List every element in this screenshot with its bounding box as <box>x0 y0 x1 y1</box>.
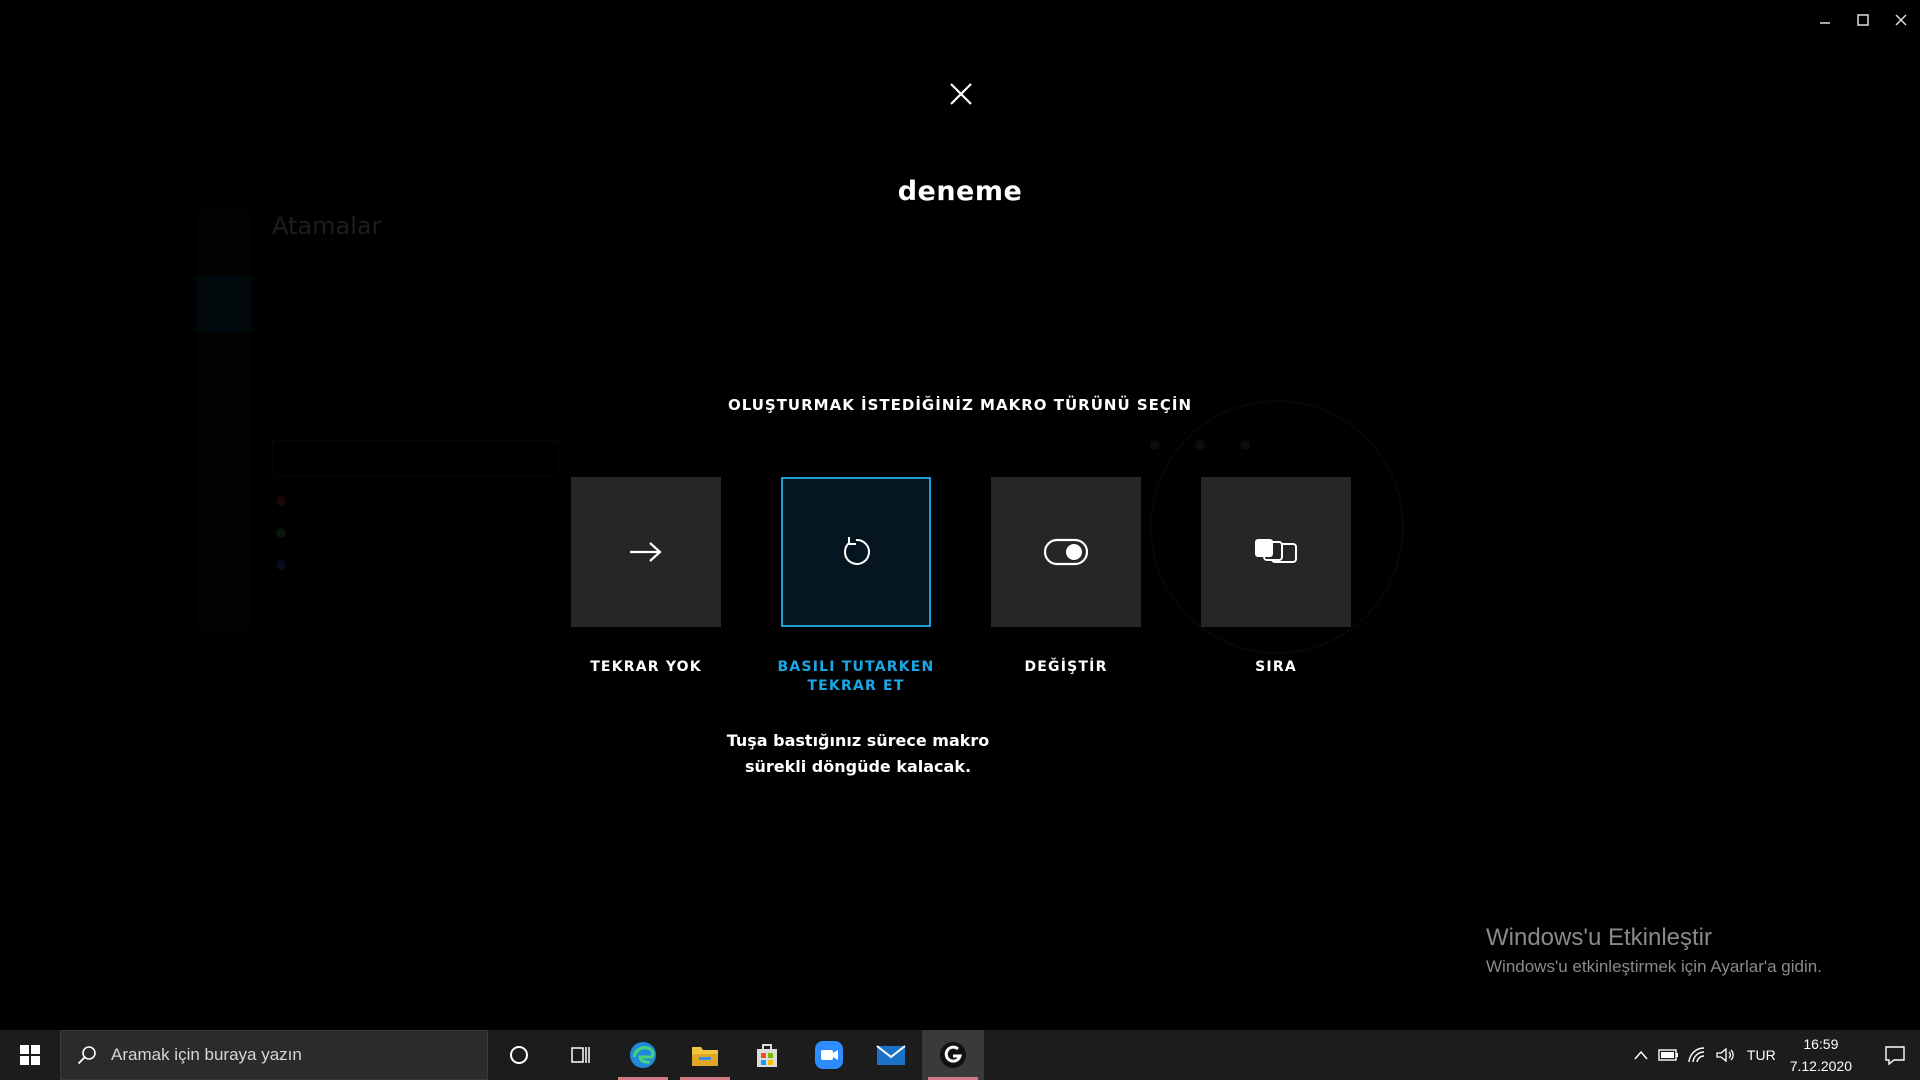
taskbar: Aramak için buraya yazın TUR 16:59 7.12.… <box>0 1030 1920 1080</box>
notification-icon <box>1885 1046 1905 1066</box>
volume-icon <box>1716 1047 1734 1063</box>
battery-icon <box>1658 1049 1678 1061</box>
bg-sidebar <box>196 210 252 630</box>
watermark-subtitle: Windows'u etkinleştirmek için Ayarlar'a … <box>1486 957 1822 976</box>
start-button[interactable] <box>0 1030 60 1080</box>
windows-logo-icon <box>20 1045 40 1065</box>
option-sequence-label[interactable]: SIRA <box>1181 658 1371 677</box>
battery-button[interactable] <box>1655 1030 1683 1080</box>
taskbar-zoom[interactable] <box>798 1030 860 1080</box>
task-view-button[interactable] <box>550 1030 612 1080</box>
option-repeat-while-held-label[interactable]: BASILI TUTARKEN TEKRAR ET <box>761 658 951 696</box>
edge-icon <box>630 1042 656 1068</box>
close-dialog-button[interactable] <box>941 74 981 114</box>
task-view-icon <box>571 1047 590 1063</box>
logitech-g-hub-icon <box>940 1042 966 1068</box>
clock[interactable]: 16:59 7.12.2020 <box>1790 1033 1852 1077</box>
activation-watermark: Windows'u Etkinleştir Windows'u etkinleş… <box>1486 924 1822 977</box>
search-placeholder: Aramak için buraya yazın <box>111 1045 302 1064</box>
search-icon <box>77 1046 96 1065</box>
chevron-up-icon <box>1634 1050 1648 1060</box>
toggle-icon <box>1043 538 1089 566</box>
sequence-icon <box>1255 539 1297 563</box>
system-tray: TUR 16:59 7.12.2020 <box>1627 1030 1920 1080</box>
taskbar-mail[interactable] <box>860 1030 922 1080</box>
window-controls <box>1806 0 1920 40</box>
option-repeat-while-held[interactable] <box>781 477 931 627</box>
macro-name-title: deneme <box>897 176 1023 207</box>
taskbar-ghub[interactable] <box>922 1030 984 1080</box>
minimize-button[interactable] <box>1806 0 1844 40</box>
option-no-repeat-label[interactable]: TEKRAR YOK <box>551 658 741 677</box>
taskbar-edge[interactable] <box>612 1030 674 1080</box>
option-toggle-label[interactable]: DEĞİŞTİR <box>971 658 1161 677</box>
file-explorer-icon <box>692 1047 718 1066</box>
cortana-icon <box>510 1046 528 1064</box>
wifi-icon <box>1688 1047 1705 1063</box>
taskbar-file-explorer[interactable] <box>674 1030 736 1080</box>
mail-icon <box>876 1045 906 1065</box>
watermark-title: Windows'u Etkinleştir <box>1486 924 1712 951</box>
taskbar-search[interactable]: Aramak için buraya yazın <box>60 1030 488 1080</box>
cortana-button[interactable] <box>488 1030 550 1080</box>
clock-time: 16:59 <box>1803 1036 1839 1052</box>
macro-type-prompt: OLUŞTURMAK İSTEDİĞİNİZ MAKRO TÜRÜNÜ SEÇİ… <box>727 396 1193 414</box>
input-language[interactable]: TUR <box>1747 1047 1776 1063</box>
network-button[interactable] <box>1683 1030 1711 1080</box>
taskbar-store[interactable] <box>736 1030 798 1080</box>
app-window: Atamalar deneme OLUŞTURMAK İSTEDİĞİNİZ M… <box>0 0 1920 1030</box>
option-toggle[interactable] <box>991 477 1141 627</box>
action-center-button[interactable] <box>1870 1030 1920 1080</box>
repeat-icon <box>844 537 870 565</box>
maximize-button[interactable] <box>1844 0 1882 40</box>
show-hidden-icons-button[interactable] <box>1627 1030 1655 1080</box>
store-icon <box>757 1044 777 1067</box>
option-no-repeat[interactable] <box>571 477 721 627</box>
option-sequence[interactable] <box>1201 477 1351 627</box>
close-window-button[interactable] <box>1882 0 1920 40</box>
volume-button[interactable] <box>1711 1030 1739 1080</box>
option-description: Tuşa bastığınız sürece makro sürekli dön… <box>726 731 990 776</box>
macro-type-options: TEKRAR YOK BASILI TUTARKEN TEKRAR ET DEĞ… <box>571 477 1351 694</box>
close-icon <box>950 83 972 105</box>
clock-date: 7.12.2020 <box>1789 1058 1852 1074</box>
bg-title: Atamalar <box>272 212 382 240</box>
arrow-right-icon <box>630 542 662 562</box>
zoom-icon <box>815 1041 843 1069</box>
